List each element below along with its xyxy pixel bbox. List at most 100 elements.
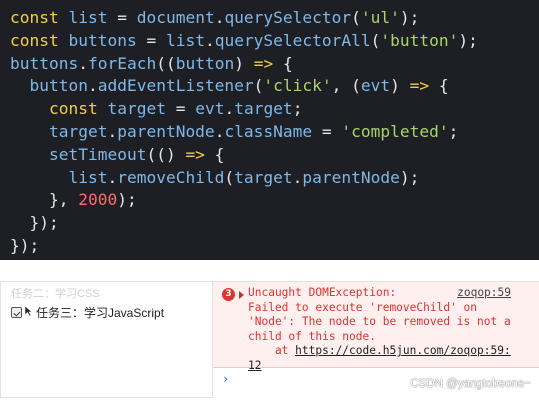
code-token: ;	[448, 121, 459, 141]
code-token: buttons	[68, 30, 137, 50]
code-line: buttons.forEach((button) => {	[10, 53, 539, 76]
code-token: );	[117, 190, 137, 210]
code-token: 'click'	[263, 76, 332, 96]
code-token: 'ul'	[360, 8, 400, 27]
stack-link[interactable]: https://code.h5jun.com/zoqop:59:	[295, 344, 511, 357]
code-token: const	[10, 30, 59, 50]
code-token: .	[87, 76, 98, 96]
code-token: addEventListener	[97, 76, 254, 96]
code-token: .	[107, 121, 118, 141]
code-token: , (	[331, 76, 361, 96]
code-token: .	[224, 99, 235, 119]
expand-triangle-icon[interactable]	[239, 291, 244, 299]
error-detail-1: Failed to execute 'removeChild' on	[248, 300, 478, 314]
code-token: querySelectorAll	[214, 30, 371, 50]
code-line: list.removeChild(target.parentNode);	[10, 167, 539, 190]
code-token: (	[370, 30, 381, 50]
code-line: const list = document.querySelector('ul'…	[10, 7, 539, 30]
page-preview: 任务二：学习CSS 任务三：学习JavaScript	[0, 281, 213, 398]
task-label: 任务三：学习JavaScript	[36, 306, 165, 320]
code-token: target	[234, 99, 293, 119]
code-token: target	[234, 167, 293, 187]
code-line: button.addEventListener('click', (evt) =…	[10, 75, 539, 98]
code-token: =	[136, 30, 166, 50]
code-token: (	[224, 167, 235, 187]
complete-button[interactable]	[11, 307, 22, 318]
code-token: className	[224, 121, 313, 141]
code-token: const	[48, 99, 98, 119]
code-token: target	[107, 99, 166, 119]
code-token: 'button'	[380, 30, 459, 50]
task-list-item: 任务三：学习JavaScript	[11, 304, 164, 321]
error-detail-2: 'Node': The node to be removed is not a	[248, 315, 511, 329]
code-token: =>	[253, 53, 274, 73]
code-token: ;	[292, 99, 303, 119]
code-token: =>	[409, 76, 430, 96]
code-line: setTimeout(() => {	[10, 144, 539, 167]
code-token: (	[351, 8, 361, 27]
code-token: const	[10, 8, 59, 27]
error-title: Uncaught DOMException:	[248, 286, 397, 299]
code-token: {	[204, 144, 225, 164]
code-token: 'completed'	[341, 121, 449, 141]
code-token: .	[78, 53, 88, 73]
code-token: {	[429, 76, 449, 96]
code-line: const buttons = list.querySelectorAll('b…	[10, 30, 539, 53]
code-token: )	[390, 76, 410, 96]
code-token: setTimeout	[48, 144, 147, 164]
code-token: .	[204, 30, 215, 50]
code-token: );	[458, 30, 478, 50]
code-token: (()	[146, 144, 186, 164]
error-source-link[interactable]: zoqop:59	[457, 286, 511, 299]
code-token: .	[214, 8, 225, 27]
code-token: list	[68, 8, 108, 27]
stack-link-end[interactable]: 12	[248, 359, 261, 372]
code-token: (	[253, 76, 264, 96]
code-line: });	[10, 235, 539, 258]
code-token: )	[234, 53, 254, 73]
code-token: button	[29, 76, 88, 96]
code-editor: const list = document.querySelector('ul'…	[0, 0, 539, 260]
code-token: =	[107, 8, 137, 27]
code-token: buttons	[10, 53, 79, 73]
mouse-cursor-icon	[24, 304, 33, 316]
code-token: button	[175, 53, 235, 73]
code-token: =>	[185, 144, 205, 164]
code-token: evt	[195, 99, 225, 119]
code-token: querySelector	[224, 8, 352, 27]
code-token: =	[165, 99, 196, 119]
watermark: CSDN @yangtobeone~	[410, 378, 531, 390]
code-token: {	[273, 53, 293, 73]
code-token: },	[10, 190, 79, 210]
code-token: parentNode	[302, 167, 400, 187]
code-token: 2000	[78, 190, 118, 210]
devtools-console: 3 Uncaught DOMException: Failed to execu…	[213, 281, 539, 398]
console-prompt-icon[interactable]: ›	[222, 372, 229, 386]
code-token: forEach	[87, 53, 157, 73]
code-line: });	[10, 212, 539, 235]
code-token: ((	[156, 53, 176, 73]
code-token: );	[399, 167, 420, 187]
code-token: document	[136, 8, 215, 27]
code-token: removeChild	[117, 167, 225, 187]
code-token: .	[292, 167, 303, 187]
removed-task-item: 任务二：学习CSS	[11, 288, 100, 300]
error-detail-3: child of this node.	[248, 329, 376, 343]
code-token: });	[10, 213, 59, 233]
error-text: Uncaught DOMException: Failed to execute…	[248, 286, 533, 374]
error-count-badge: 3	[222, 288, 235, 301]
code-line: const target = evt.target;	[10, 98, 539, 121]
code-token: });	[10, 235, 40, 255]
code-token: .	[214, 121, 225, 141]
code-line: }, 2000);	[10, 189, 539, 212]
code-token: evt	[360, 76, 391, 96]
code-line: target.parentNode.className = 'completed…	[10, 121, 539, 144]
error-message: 3 Uncaught DOMException: Failed to execu…	[213, 282, 539, 372]
stack-at: at	[248, 344, 296, 358]
